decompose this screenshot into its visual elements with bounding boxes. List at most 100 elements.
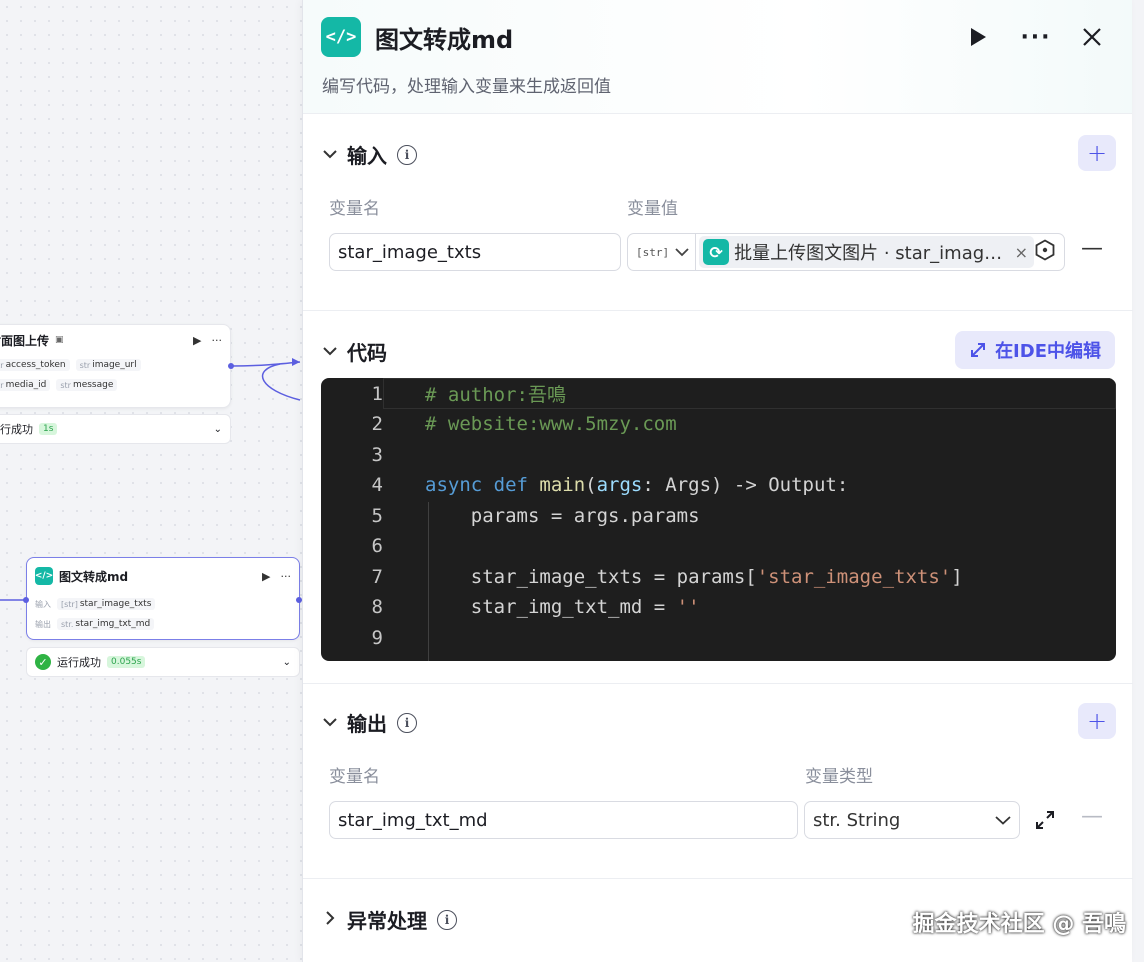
node-param-row: straccess_token strimage_url xyxy=(0,355,230,375)
column-label-name: 变量名 xyxy=(329,767,380,787)
type-tag: [str] xyxy=(636,245,670,259)
panel-title[interactable]: 图文转成md xyxy=(375,20,513,55)
section-title: 代码 xyxy=(347,341,387,365)
input-port[interactable] xyxy=(23,597,29,603)
variable-picker-icon[interactable] xyxy=(1034,238,1056,266)
status-text: 运行成功 xyxy=(57,656,101,669)
node-img-to-md[interactable]: </> 图文转成md ▶ ··· 输入 [str] star_image_txts… xyxy=(26,557,300,640)
line-number: 3 xyxy=(371,443,383,466)
chevron-right-icon[interactable] xyxy=(323,910,337,929)
code-line[interactable]: 5 params = args.params xyxy=(321,500,1116,531)
variable-name-input[interactable]: star_image_txts xyxy=(329,233,621,271)
code-line[interactable]: 7 star_image_txts = params['star_image_t… xyxy=(321,561,1116,592)
column-label-value: 变量值 xyxy=(627,199,678,219)
remove-output-button[interactable]: — xyxy=(1081,804,1103,829)
output-label: 输出 xyxy=(35,619,51,629)
close-icon xyxy=(1083,28,1101,46)
info-icon[interactable]: i xyxy=(397,144,417,165)
loop-icon: ⟳ xyxy=(703,239,730,265)
section-title: 输入 xyxy=(347,144,387,168)
node-cover-upload[interactable]: 封面图上传 ▣ ▶ ··· straccess_token strimage_u… xyxy=(0,324,231,408)
clear-icon[interactable]: × xyxy=(1015,243,1028,262)
variable-value-field[interactable]: [str] ⟳ 批量上传图文图片 · star_imag… × xyxy=(627,233,1065,271)
info-icon[interactable]: i xyxy=(437,909,457,930)
code-editor[interactable]: 1 # author:吾鳴 2 # website:www.5mzy.com 3 4 asy… xyxy=(321,378,1116,661)
code-token: star_img_txt_md = xyxy=(425,596,677,618)
code-token: # website:www.5mzy.com xyxy=(425,413,677,435)
section-title: 异常处理 xyxy=(347,909,427,933)
code-icon: </> xyxy=(35,567,53,585)
add-input-button[interactable]: + xyxy=(1078,135,1116,171)
status-text: 运行成功 xyxy=(0,423,33,436)
close-button[interactable] xyxy=(1075,20,1109,54)
output-type-select[interactable]: str. String xyxy=(804,801,1020,839)
code-token: ( xyxy=(585,474,597,496)
play-icon[interactable]: ▶ xyxy=(262,570,270,583)
play-icon[interactable]: ▶ xyxy=(193,334,201,347)
section-header[interactable]: 输出 i xyxy=(323,708,417,737)
code-token: star_image_txts = params[ xyxy=(425,565,757,588)
expand-icon[interactable] xyxy=(1034,809,1056,835)
reference-source: 批量上传图文图片 · star_imag… xyxy=(734,243,1003,264)
line-number: 2 xyxy=(371,413,383,435)
code-line[interactable]: 9 xyxy=(321,622,1116,653)
more-icon: ··· xyxy=(1020,24,1052,50)
code-line[interactable]: 6 xyxy=(321,531,1116,562)
more-button[interactable]: ··· xyxy=(1019,20,1053,54)
connector-line-1 xyxy=(231,361,301,367)
node-input-row: 输入 [str] star_image_txts xyxy=(27,594,299,614)
info-icon[interactable]: i xyxy=(397,712,417,733)
code-token: args xyxy=(596,474,643,496)
code-line[interactable]: 1 # author:吾鳴 xyxy=(321,378,1116,409)
code-token: # author:吾鳴 xyxy=(425,384,566,406)
param-chip: str. star_img_txt_md xyxy=(57,618,155,630)
line-number: 7 xyxy=(371,565,383,588)
image-icon: ▣ xyxy=(55,335,64,345)
chevron-down-icon[interactable]: ⌄ xyxy=(283,657,291,668)
code-text: params = args.params xyxy=(425,505,700,527)
connector-lines xyxy=(0,358,301,601)
node-status-bar[interactable]: ✓ 运行成功 0.055s ⌄ xyxy=(26,647,300,677)
add-output-button[interactable]: + xyxy=(1078,703,1116,739)
param-chip: strmedia_id xyxy=(0,379,51,391)
panel-description[interactable]: 编写代码，处理输入变量来生成返回值 xyxy=(322,72,611,97)
node-header: </> 图文转成md ▶ ··· xyxy=(27,558,299,594)
output-port[interactable] xyxy=(228,363,234,369)
check-circle-icon: ✓ xyxy=(35,654,51,670)
line-number: 6 xyxy=(371,535,383,557)
ide-button-label: 在IDE中编辑 xyxy=(995,341,1101,362)
chevron-down-icon[interactable] xyxy=(323,715,337,731)
code-line[interactable]: 2 # website:www.5mzy.com xyxy=(321,409,1116,440)
node-title: 封面图上传 xyxy=(0,333,50,348)
reference-chip[interactable]: ⟳ 批量上传图文图片 · star_imag… × xyxy=(699,236,1034,268)
remove-input-button[interactable]: — xyxy=(1081,236,1103,261)
code-token: main xyxy=(539,474,586,496)
code-line[interactable]: 3 xyxy=(321,439,1116,470)
watermark: 掘金技术社区 @ 吾鳴 xyxy=(912,912,1126,937)
more-icon[interactable]: ··· xyxy=(212,334,223,347)
code-token: async def xyxy=(425,474,540,496)
input-label: 输入 xyxy=(35,599,51,609)
section-header[interactable]: 代码 xyxy=(323,337,387,366)
chevron-down-icon[interactable] xyxy=(323,147,337,163)
output-section: 输出 i + 变量名 变量类型 star_img_txt_md str. Str… xyxy=(303,684,1133,879)
node-status-bar[interactable]: 运行成功 1s ⌄ xyxy=(0,414,231,444)
type-select[interactable]: [str] xyxy=(628,234,697,270)
edit-in-ide-button[interactable]: 在IDE中编辑 xyxy=(955,331,1115,369)
more-icon[interactable]: ··· xyxy=(281,570,292,583)
code-text: # website:www.5mzy.com xyxy=(425,413,677,435)
code-token: : Args) -> Output: xyxy=(642,474,849,496)
code-text: star_img_txt_md = '' xyxy=(425,596,700,618)
section-header[interactable]: 异常处理 i xyxy=(323,905,457,934)
workflow-canvas[interactable]: 封面图上传 ▣ ▶ ··· straccess_token strimage_u… xyxy=(0,0,302,962)
node-header: 封面图上传 ▣ ▶ ··· xyxy=(0,325,230,355)
line-number: 5 xyxy=(371,504,383,527)
run-button[interactable] xyxy=(961,20,995,54)
code-line[interactable]: 4 async def main(args: Args) -> Output: xyxy=(321,470,1116,501)
chevron-down-icon[interactable] xyxy=(323,344,337,360)
code-line[interactable]: 8 star_img_txt_md = '' xyxy=(321,592,1116,623)
output-variable-name-input[interactable]: star_img_txt_md xyxy=(329,801,798,839)
chevron-down-icon[interactable]: ⌄ xyxy=(214,424,222,435)
param-chip: [str] star_image_txts xyxy=(57,598,156,610)
section-header[interactable]: 输入 i xyxy=(323,140,417,169)
